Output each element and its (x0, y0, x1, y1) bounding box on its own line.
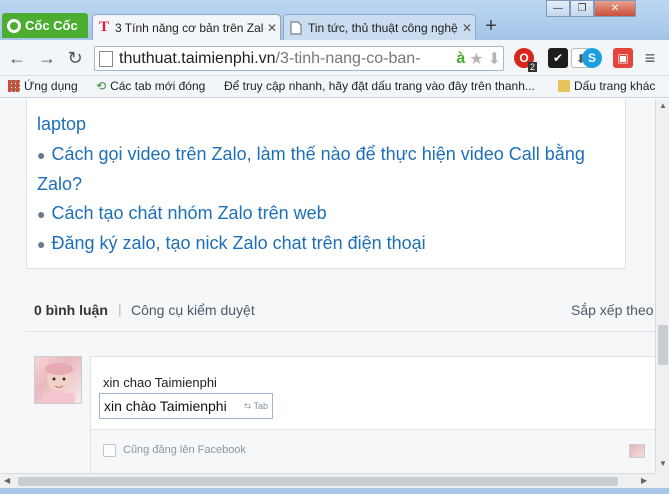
tab-active[interactable]: T 3 Tính năng cơ bản trên Zalo ✕ (92, 14, 281, 40)
page-info-icon[interactable] (99, 50, 113, 67)
scroll-right-icon[interactable]: ▶ (641, 476, 647, 485)
comment-composer[interactable]: xin chao Taimienphi xin chào Taimienphi … (90, 356, 655, 473)
related-link-text: Đăng ký zalo, tạo nick Zalo chat trên đi… (51, 233, 426, 253)
facebook-share-checkbox[interactable] (103, 444, 116, 457)
scroll-left-icon[interactable]: ◀ (4, 476, 10, 485)
vertical-scrollbar[interactable]: ▲ ▼ (655, 99, 669, 473)
apps-grid-icon (8, 80, 20, 92)
scrollbar-corner (655, 473, 669, 488)
bookmark-hint-text: Để truy cập nhanh, hãy đặt dấu trang vào… (224, 79, 535, 93)
window-controls: — ❐ ✕ (546, 0, 636, 18)
page-content: laptop ● Cách gọi video trên Zalo, làm th… (0, 99, 655, 473)
screenshot-icon[interactable]: ▣ (613, 48, 633, 68)
related-links-box: laptop ● Cách gọi video trên Zalo, làm th… (26, 99, 626, 269)
related-link[interactable]: Zalo? (37, 174, 82, 195)
address-bar[interactable]: thuthuat.taimienphi.vn /3-tinh-nang-co-b… (94, 46, 504, 71)
forward-arrow-icon[interactable]: → (36, 48, 58, 68)
bullet: ● (37, 206, 46, 222)
url-domain: thuthuat.taimienphi.vn (119, 49, 276, 67)
bullet: ● (37, 147, 46, 163)
reload-icon[interactable]: ↻ (64, 48, 86, 68)
scroll-up-icon[interactable]: ▲ (658, 101, 668, 110)
skype-icon[interactable]: S (582, 48, 602, 68)
bookmark-apps-label: Ứng dụng (24, 79, 78, 93)
moderation-tools-link[interactable]: Công cụ kiểm duyệt (131, 302, 255, 318)
facebook-share-label: Cũng đăng lên Facebook (123, 444, 246, 456)
extension-badge: 2 (528, 62, 538, 72)
back-arrow-icon[interactable]: ← (6, 48, 28, 68)
suggestion-text: xin chào Taimienphi (104, 398, 227, 414)
facebook-share-row: Cũng đăng lên Facebook (91, 429, 655, 473)
comment-input-text[interactable]: xin chao Taimienphi (103, 375, 217, 390)
related-link-text: Cách gọi video trên Zalo, làm thế nào để… (51, 144, 585, 164)
omnibox-actions: à ★ ⬇ (456, 49, 501, 69)
scroll-down-icon[interactable]: ▼ (658, 459, 668, 468)
url-path: /3-tinh-nang-co-ban- (275, 49, 421, 67)
translate-icon[interactable]: à (456, 50, 465, 68)
related-link-text: laptop (37, 114, 87, 134)
comments-divider (26, 331, 655, 332)
mini-avatar (629, 444, 645, 458)
tab-close-icon[interactable]: ✕ (459, 21, 475, 35)
bookmark-apps[interactable]: Ứng dụng (8, 79, 78, 93)
autocorrect-suggestion[interactable]: xin chào Taimienphi ⮀ Tab (99, 393, 273, 419)
check-extension-icon[interactable]: ✔ (548, 48, 568, 68)
bookmarks-bar: Ứng dụng ⟲ Các tab mới đóng Để truy cập … (0, 76, 669, 98)
minimize-button[interactable]: — (546, 0, 570, 17)
related-link-text: Cách tạo chát nhóm Zalo trên web (51, 203, 327, 223)
bookmark-other[interactable]: Dấu trang khác (558, 79, 655, 93)
star-bookmark-icon[interactable]: ★ (469, 49, 483, 69)
related-link[interactable]: ● Cách gọi video trên Zalo, làm thế nào đ… (37, 144, 585, 165)
tab-close-icon[interactable]: ✕ (264, 21, 280, 35)
title-bar: Cốc Cốc T 3 Tính năng cơ bản trên Zalo ✕… (0, 0, 669, 40)
document-favicon-icon (290, 21, 302, 34)
related-link-text: Zalo? (37, 174, 83, 194)
bookmark-recent-label: Các tab mới đóng (110, 79, 206, 93)
divider-pipe: | (118, 301, 122, 317)
browser-brand-label: Cốc Cốc (25, 18, 78, 33)
comments-header: 0 bình luận | Công cụ kiểm duyệt Sắp xếp… (26, 299, 655, 323)
history-icon: ⟲ (96, 79, 107, 93)
bookmark-recent-tabs[interactable]: ⟲ Các tab mới đóng (96, 79, 205, 93)
tab-inactive[interactable]: Tin tức, thủ thuật công nghệ ✕ (283, 14, 476, 40)
maximize-button[interactable]: ❐ (570, 0, 594, 17)
new-tab-button[interactable]: + (481, 16, 501, 36)
tab-title: Tin tức, thủ thuật công nghệ (308, 20, 458, 35)
baby-avatar-icon (43, 363, 75, 403)
taimienphi-favicon-icon: T (99, 19, 110, 35)
folder-icon (558, 80, 570, 92)
window-bottom-border (0, 488, 669, 494)
comment-count: 0 bình luận (34, 302, 108, 318)
browser-brand[interactable]: Cốc Cốc (2, 13, 88, 38)
tab-hint-label: Tab (253, 400, 268, 411)
related-link[interactable]: laptop (37, 114, 86, 135)
horizontal-scrollbar[interactable]: ◀ ▶ (0, 473, 655, 488)
menu-icon[interactable]: ≡ (640, 48, 660, 68)
horizontal-scroll-thumb[interactable] (18, 477, 618, 486)
sort-dropdown[interactable]: Sắp xếp theo (571, 302, 654, 318)
coccoc-logo-icon (7, 18, 21, 33)
related-link[interactable]: ● Cách tạo chát nhóm Zalo trên web (37, 203, 327, 224)
avatar (34, 356, 82, 404)
close-button[interactable]: ✕ (594, 0, 636, 17)
tab-key-hint: ⮀ Tab (243, 400, 268, 411)
download-icon[interactable]: ⬇ (488, 49, 501, 69)
tab-title: 3 Tính năng cơ bản trên Zalo (115, 20, 264, 35)
related-link[interactable]: ● Đăng ký zalo, tạo nick Zalo chat trên đ… (37, 233, 426, 254)
bullet: ● (37, 236, 46, 252)
bookmark-other-label: Dấu trang khác (574, 79, 656, 93)
bookmark-hint: Để truy cập nhanh, hãy đặt dấu trang vào… (224, 79, 535, 93)
vertical-scroll-thumb[interactable] (658, 325, 668, 365)
toolbar: ← → ↻ thuthuat.taimienphi.vn /3-tinh-nan… (0, 40, 669, 76)
